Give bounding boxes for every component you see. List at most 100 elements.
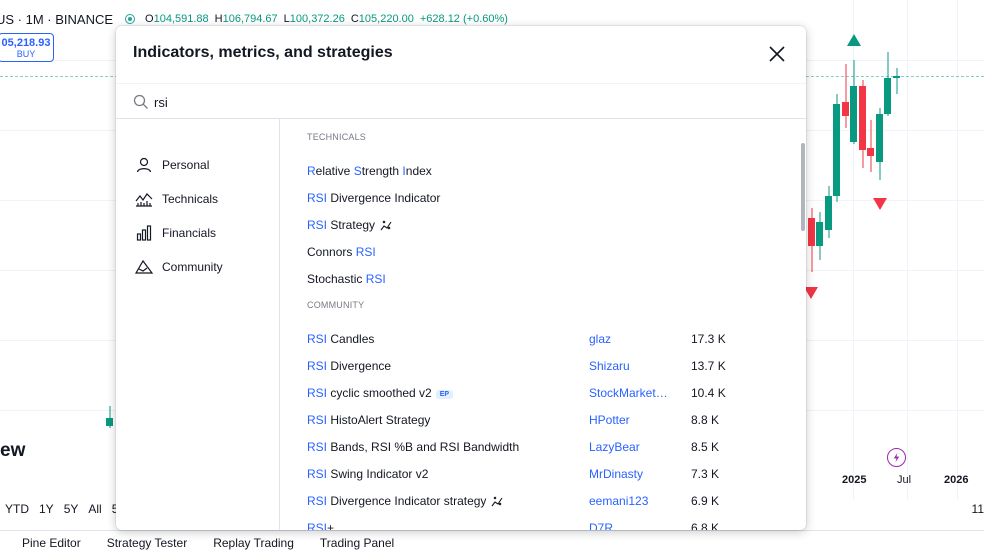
buy-price: 05,218.93 <box>1 37 51 49</box>
sidebar-item-label: Financials <box>162 226 217 240</box>
community-result-row[interactable]: RSI Divergence Indicator strategy eemani1… <box>307 491 794 511</box>
tab-trading-panel[interactable]: Trading Panel <box>320 536 394 550</box>
result-author-link[interactable]: StockMarketC... <box>589 386 671 400</box>
result-author-link[interactable]: HPotter <box>589 413 630 427</box>
time-display[interactable]: 11 <box>972 502 984 516</box>
indicators-dialog: Indicators, metrics, and strategies Pers… <box>116 26 806 530</box>
strategy-icon <box>380 220 392 231</box>
market-status-icon <box>125 14 136 24</box>
tab-replay-trading[interactable]: Replay Trading <box>213 536 294 550</box>
result-usage-count: 6.8 K <box>691 521 720 530</box>
result-name: RSI cyclic smoothed v2 EP <box>307 386 454 400</box>
technicals-result-row[interactable]: RSI Strategy <box>307 215 794 235</box>
technicals-result-row[interactable]: Stochastic RSI <box>307 269 794 289</box>
candle <box>884 52 891 116</box>
sidebar-item-label: Community <box>162 260 223 274</box>
dialog-header: Indicators, metrics, and strategies <box>116 26 806 82</box>
candle <box>859 80 866 168</box>
tab-pine-editor[interactable]: Pine Editor <box>22 536 81 550</box>
sidebar-item-financials[interactable]: Financials <box>134 222 216 244</box>
result-author-link[interactable]: LazyBear <box>589 440 640 454</box>
result-usage-count: 7.3 K <box>691 467 720 481</box>
ohlc-low: L100,372.26 <box>283 13 345 25</box>
time-axis-label: Jul <box>897 474 912 486</box>
result-name: Relative Strength Index <box>307 164 432 178</box>
community-result-row[interactable]: RSI Candles glaz 17.3 K <box>307 329 794 349</box>
result-author-link[interactable]: MrDinasty <box>589 467 643 481</box>
result-name: RSI Divergence Indicator <box>307 191 441 205</box>
candle <box>850 60 857 144</box>
result-author-link[interactable]: eemani123 <box>589 494 648 508</box>
result-author-link[interactable]: Shizaru <box>589 359 630 373</box>
sidebar-item-community[interactable]: Community <box>134 256 223 278</box>
candle <box>825 186 832 238</box>
technicals-result-row[interactable]: RSI Divergence Indicator <box>307 188 794 208</box>
candle <box>808 208 815 272</box>
result-author-link[interactable]: D7R <box>589 521 613 530</box>
community-result-row[interactable]: RSI HistoAlert Strategy HPotter 8.8 K <box>307 410 794 430</box>
result-name: RSI Candles <box>307 332 375 346</box>
result-name: RSI Divergence Indicator strategy <box>307 494 503 508</box>
time-axis-label: 2025 <box>842 474 867 486</box>
ohlc-change: +628.12 (+0.60%) <box>419 13 508 25</box>
buy-signal-arrow <box>847 34 861 46</box>
range-all-button[interactable]: All <box>83 502 106 516</box>
financials-bars-icon <box>134 224 154 242</box>
dialog-title: Indicators, metrics, and strategies <box>133 44 393 61</box>
candle <box>893 68 900 94</box>
ohlc-high: H106,794.67 <box>214 13 278 25</box>
result-name: RSI+ <box>307 521 335 530</box>
category-sidebar: Personal Technicals Financials Community <box>116 119 280 530</box>
grid-line <box>907 0 908 500</box>
search-bar <box>116 83 806 119</box>
section-heading-technicals: TECHNICALS <box>307 132 367 142</box>
result-usage-count: 8.5 K <box>691 440 720 454</box>
result-name: Stochastic RSI <box>307 272 386 286</box>
result-name: RSI Bands, RSI %B and RSI Bandwidth <box>307 440 520 454</box>
strategy-icon <box>491 496 503 507</box>
sell-signal-arrow <box>873 198 887 210</box>
results-scrollbar[interactable] <box>801 143 805 231</box>
grid-line <box>957 0 958 500</box>
time-axis-label: 2026 <box>944 474 969 486</box>
results-list[interactable]: TECHNICALS Relative Strength Index RSI Di… <box>281 119 806 530</box>
community-result-row[interactable]: RSI+ D7R 6.8 K <box>307 518 794 530</box>
tab-strategy-tester[interactable]: Strategy Tester <box>107 536 187 550</box>
sell-signal-arrow <box>804 287 818 299</box>
candle <box>106 406 113 428</box>
sidebar-item-label: Technicals <box>162 192 219 206</box>
candle <box>833 94 840 202</box>
community-result-row[interactable]: RSI Bands, RSI %B and RSI Bandwidth LazyB… <box>307 437 794 457</box>
technicals-result-row[interactable]: Connors RSI <box>307 242 794 262</box>
community-result-row[interactable]: RSI Swing Indicator v2 MrDinasty 7.3 K <box>307 464 794 484</box>
community-result-row[interactable]: RSI cyclic smoothed v2 EP StockMarketC... 1… <box>307 383 794 403</box>
search-icon <box>133 94 148 109</box>
editors-pick-badge: EP <box>435 390 454 399</box>
lightning-event-icon[interactable] <box>887 448 906 467</box>
range-ytd-button[interactable]: YTD <box>0 502 34 516</box>
ohlc-open: O104,591.88 <box>145 13 209 25</box>
symbol-name[interactable]: US · 1M · BINANCE <box>0 12 113 27</box>
sidebar-item-technicals[interactable]: Technicals <box>134 188 218 210</box>
search-input[interactable] <box>154 91 754 113</box>
sidebar-item-personal[interactable]: Personal <box>134 154 209 176</box>
candle <box>867 120 874 172</box>
result-name: Connors RSI <box>307 245 376 259</box>
buy-label: BUY <box>16 49 36 59</box>
range-1y-button[interactable]: 1Y <box>34 502 59 516</box>
section-heading-community: COMMUNITY <box>307 300 365 310</box>
range-5y-button[interactable]: 5Y <box>59 502 84 516</box>
close-icon[interactable] <box>766 43 788 65</box>
result-usage-count: 6.9 K <box>691 494 720 508</box>
buy-button[interactable]: 05,218.93 BUY <box>0 33 54 62</box>
result-name: RSI Swing Indicator v2 <box>307 467 429 481</box>
result-usage-count: 10.4 K <box>691 386 726 400</box>
result-author-link[interactable]: glaz <box>589 332 611 346</box>
result-name: RSI Strategy <box>307 218 392 232</box>
result-name: RSI HistoAlert Strategy <box>307 413 431 427</box>
technicals-result-row[interactable]: Relative Strength Index <box>307 161 794 181</box>
community-mountain-icon <box>134 258 154 276</box>
candle <box>842 64 849 128</box>
ohlc-close: C105,220.00 <box>350 13 414 25</box>
community-result-row[interactable]: RSI Divergence Shizaru 13.7 K <box>307 356 794 376</box>
